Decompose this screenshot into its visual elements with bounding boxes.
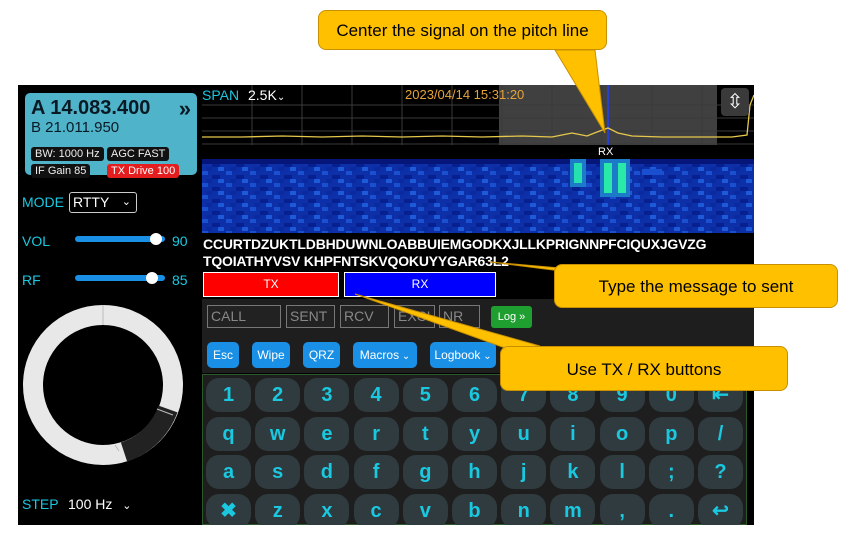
callout-type-message: Type the message to sent (554, 264, 838, 308)
callout-tx-rx: Use TX / RX buttons (500, 346, 788, 391)
callout-pitch-line: Center the signal on the pitch line (318, 10, 607, 50)
